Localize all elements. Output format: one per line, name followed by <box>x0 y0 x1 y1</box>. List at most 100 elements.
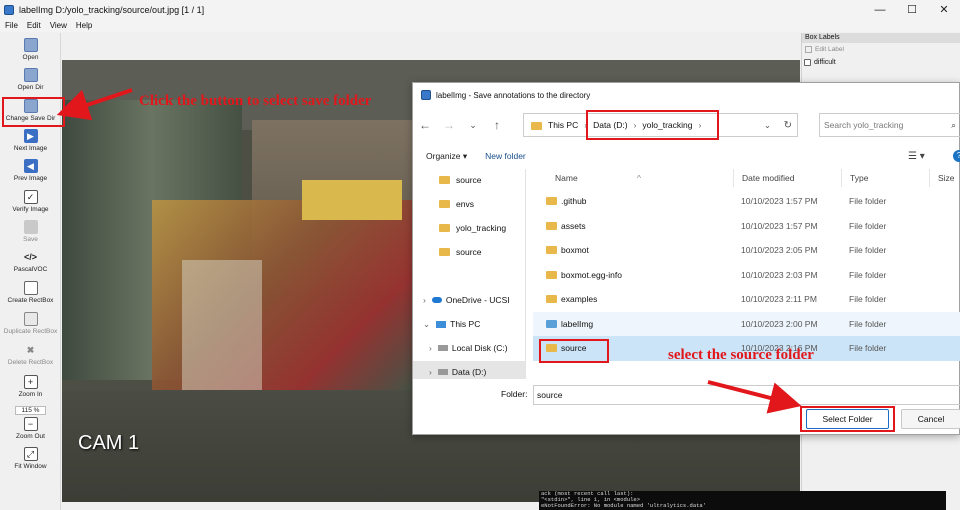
difficult-checkbox-row[interactable]: difficult <box>804 59 960 66</box>
file-type: File folder <box>849 269 887 280</box>
expand-chevron-icon[interactable]: › <box>429 343 432 353</box>
cancel-button[interactable]: Cancel <box>901 409 960 429</box>
file-row[interactable]: boxmot 10/10/2023 2:05 PM File folder <box>533 238 960 263</box>
annotation-save-dir: Click the button to select save folder <box>139 93 372 109</box>
file-row[interactable]: .github 10/10/2023 1:57 PM File folder <box>533 189 960 214</box>
terminal-line: eNotFoundError: No module named 'ultraly… <box>541 502 707 509</box>
drive-icon <box>437 369 448 375</box>
column-size[interactable]: Size <box>929 169 955 187</box>
nav-item-onedrive[interactable]: › OneDrive - UCSI <box>413 289 525 311</box>
save-button[interactable]: Save <box>0 220 61 243</box>
cloud-icon <box>431 297 442 303</box>
file-date: 10/10/2023 2:11 PM <box>741 294 817 305</box>
help-icon[interactable]: ? <box>953 150 960 162</box>
folder-field[interactable]: source <box>533 385 960 405</box>
column-type[interactable]: Type <box>841 169 868 187</box>
nav-item-label: source <box>456 175 482 185</box>
view-options-icon[interactable]: ☰ ▾ <box>908 151 925 162</box>
nav-item-local-disk[interactable]: › Local Disk (C:) <box>413 337 525 359</box>
window-titlebar: labelImg D:/yolo_tracking/source/out.jpg… <box>0 0 960 19</box>
nav-item-source[interactable]: source <box>413 169 525 191</box>
up-arrow-icon[interactable]: ↑ <box>485 118 509 132</box>
file-type: File folder <box>849 245 887 256</box>
column-date[interactable]: Date modified <box>733 169 794 187</box>
duplicate-rectbox-label: Duplicate RectBox <box>3 328 58 335</box>
navigation-pane: source envs yolo_tracking source › OneDr… <box>413 169 526 379</box>
menu-file[interactable]: File <box>5 21 18 30</box>
nav-item-label: envs <box>456 199 474 209</box>
folder-icon <box>546 221 557 230</box>
edit-label-text: Edit Label <box>815 46 844 53</box>
open-dir-button[interactable]: Open Dir <box>0 68 61 91</box>
menu-view[interactable]: View <box>50 21 67 30</box>
drive-icon <box>437 345 448 351</box>
fit-window-button[interactable]: ⤢ Fit Window <box>0 447 61 470</box>
code-icon: </> <box>23 252 37 262</box>
zoom-level-value: 115 % <box>14 406 47 415</box>
nav-item-yolo-tracking[interactable]: yolo_tracking <box>413 217 525 239</box>
format-label: PascalVOC <box>13 266 48 273</box>
edit-label-button[interactable]: Edit Label <box>805 46 960 53</box>
zoom-in-label: Zoom In <box>18 391 43 398</box>
file-row[interactable]: assets 10/10/2023 1:57 PM File folder <box>533 214 960 239</box>
file-row[interactable]: examples 10/10/2023 2:11 PM File folder <box>533 287 960 312</box>
nav-item-source-2[interactable]: source <box>413 241 525 263</box>
delete-rectbox-button[interactable]: ✖ Delete RectBox <box>0 343 61 367</box>
folder-icon <box>439 224 450 232</box>
nav-item-data-drive[interactable]: › Data (D:) <box>413 361 525 379</box>
dropdown-chevron-icon[interactable]: ⌄ <box>461 120 485 131</box>
file-row[interactable]: boxmot.egg-info 10/10/2023 2:03 PM File … <box>533 263 960 288</box>
nav-item-label: yolo_tracking <box>456 223 507 233</box>
folder-icon <box>546 197 557 205</box>
new-folder-button[interactable]: New folder <box>485 151 526 161</box>
close-button[interactable]: ✕ <box>928 0 960 19</box>
next-image-button[interactable]: ▶ Next Image <box>0 129 61 152</box>
expand-chevron-icon[interactable]: › <box>423 295 426 305</box>
nav-item-this-pc[interactable]: ⌄ This PC <box>413 313 525 335</box>
column-name[interactable]: Name <box>555 169 578 187</box>
organize-menu[interactable]: Organize ▾ <box>426 151 467 162</box>
box-labels-header: Box Labels <box>802 33 960 43</box>
forward-arrow-icon[interactable]: → <box>437 118 461 132</box>
minimize-button[interactable]: — <box>864 0 896 19</box>
save-label: Save <box>23 236 38 243</box>
file-date: 10/10/2023 2:03 PM <box>741 269 818 280</box>
refresh-icon[interactable]: ↻ <box>784 120 792 131</box>
difficult-checkbox[interactable] <box>804 59 811 66</box>
nav-item-envs[interactable]: envs <box>413 193 525 215</box>
folder-icon <box>439 176 450 184</box>
menu-help[interactable]: Help <box>76 21 92 30</box>
format-toggle-button[interactable]: </> PascalVOC <box>0 250 61 273</box>
prev-image-button[interactable]: ◀ Prev Image <box>0 159 61 182</box>
create-rectbox-button[interactable]: Create RectBox <box>0 281 61 304</box>
collapse-chevron-icon[interactable]: ⌄ <box>423 319 430 330</box>
zoom-out-icon: − <box>23 417 38 431</box>
back-arrow-icon[interactable]: ← <box>413 118 437 132</box>
verify-image-button[interactable]: ✓ Verify Image <box>0 190 61 213</box>
address-root[interactable]: This PC <box>548 120 578 130</box>
open-button[interactable]: Open <box>0 38 61 61</box>
file-type: File folder <box>849 343 887 354</box>
search-icon: ⌕ <box>951 119 956 130</box>
edit-icon <box>805 46 812 53</box>
menu-edit[interactable]: Edit <box>27 21 41 30</box>
zoom-out-button[interactable]: − Zoom Out <box>0 417 61 440</box>
expand-chevron-icon[interactable]: › <box>429 367 432 377</box>
file-name: boxmot.egg-info <box>561 269 622 280</box>
nav-item-label: Data (D:) <box>451 367 487 377</box>
duplicate-rectbox-button[interactable]: Duplicate RectBox <box>0 312 61 335</box>
file-date: 10/10/2023 1:57 PM <box>741 196 818 207</box>
next-image-label: Next Image <box>13 145 48 152</box>
search-box[interactable]: Search yolo_tracking ⌕ <box>819 113 960 137</box>
zoom-in-button[interactable]: + Zoom In <box>0 375 61 398</box>
zoom-level-spinbox[interactable]: 115 % <box>0 406 61 415</box>
rectangle-icon <box>23 281 38 295</box>
file-row[interactable]: labelImg 10/10/2023 2:00 PM File folder <box>533 311 960 336</box>
address-dropdown-icon[interactable]: ⌄ <box>764 120 771 131</box>
folder-field-value: source <box>537 390 563 400</box>
maximize-button[interactable]: ☐ <box>896 0 928 19</box>
rack-pillar <box>182 260 262 390</box>
dialog-app-icon <box>421 90 431 100</box>
highlight-change-save-dir <box>2 97 65 127</box>
highlight-address-path <box>586 110 719 140</box>
